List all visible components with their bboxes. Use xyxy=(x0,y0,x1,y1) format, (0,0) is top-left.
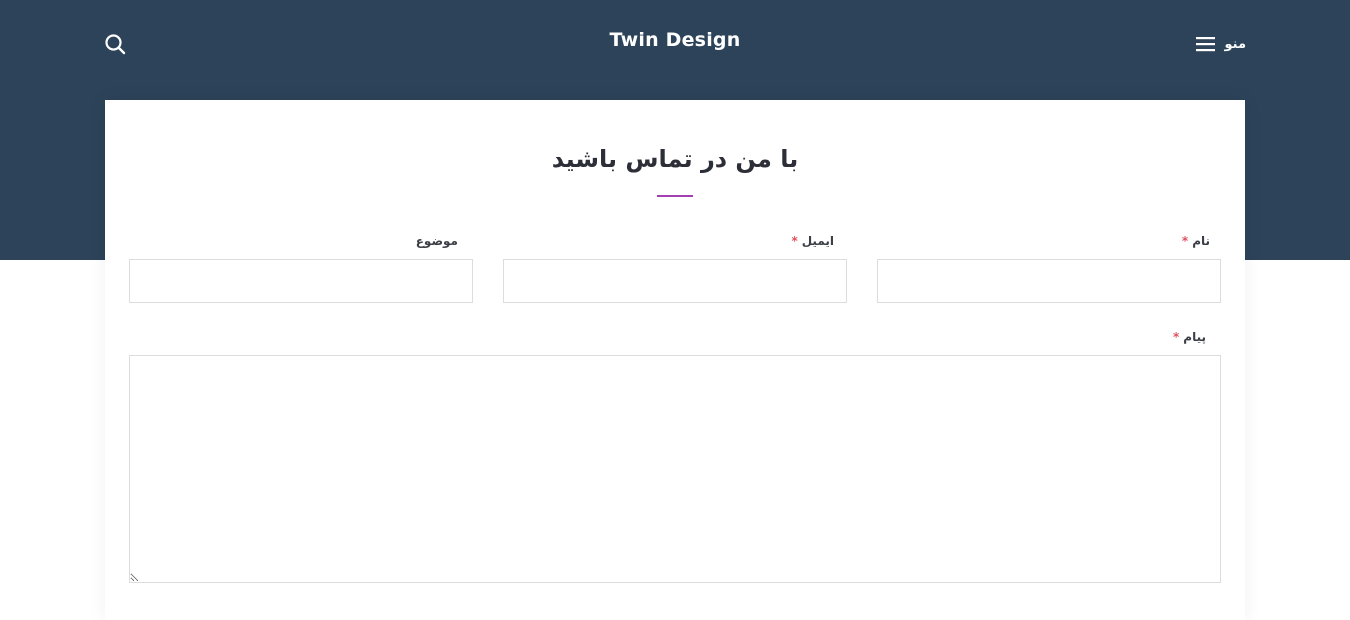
name-label-text: نام xyxy=(1192,234,1210,248)
menu-button[interactable]: منو xyxy=(1196,33,1246,55)
email-label: ایمیل* xyxy=(791,234,834,248)
required-mark: * xyxy=(791,234,798,248)
subject-field[interactable] xyxy=(129,259,473,303)
hamburger-menu-icon xyxy=(1196,37,1216,52)
subject-label: موضوع xyxy=(416,234,458,248)
message-label: پیام* xyxy=(1173,330,1206,344)
site-header: Twin Design منو xyxy=(0,0,1350,86)
menu-label: منو xyxy=(1224,36,1246,52)
email-field[interactable] xyxy=(503,259,847,303)
contact-form-heading: با من در تماس باشید xyxy=(551,145,799,173)
name-field[interactable] xyxy=(877,259,1221,303)
name-label: نام* xyxy=(1182,234,1210,248)
heading-accent-underline xyxy=(657,195,693,197)
required-mark: * xyxy=(1181,234,1189,248)
contact-form-card: با من در تماس باشید نام* ایمیل* موضوع پی… xyxy=(105,100,1245,620)
email-label-text: ایمیل xyxy=(801,234,834,248)
message-label-text: پیام xyxy=(1183,330,1206,344)
site-title[interactable]: Twin Design xyxy=(0,29,1350,51)
message-field[interactable] xyxy=(129,355,1221,583)
subject-label-text: موضوع xyxy=(415,234,458,248)
required-mark: * xyxy=(1173,330,1180,344)
